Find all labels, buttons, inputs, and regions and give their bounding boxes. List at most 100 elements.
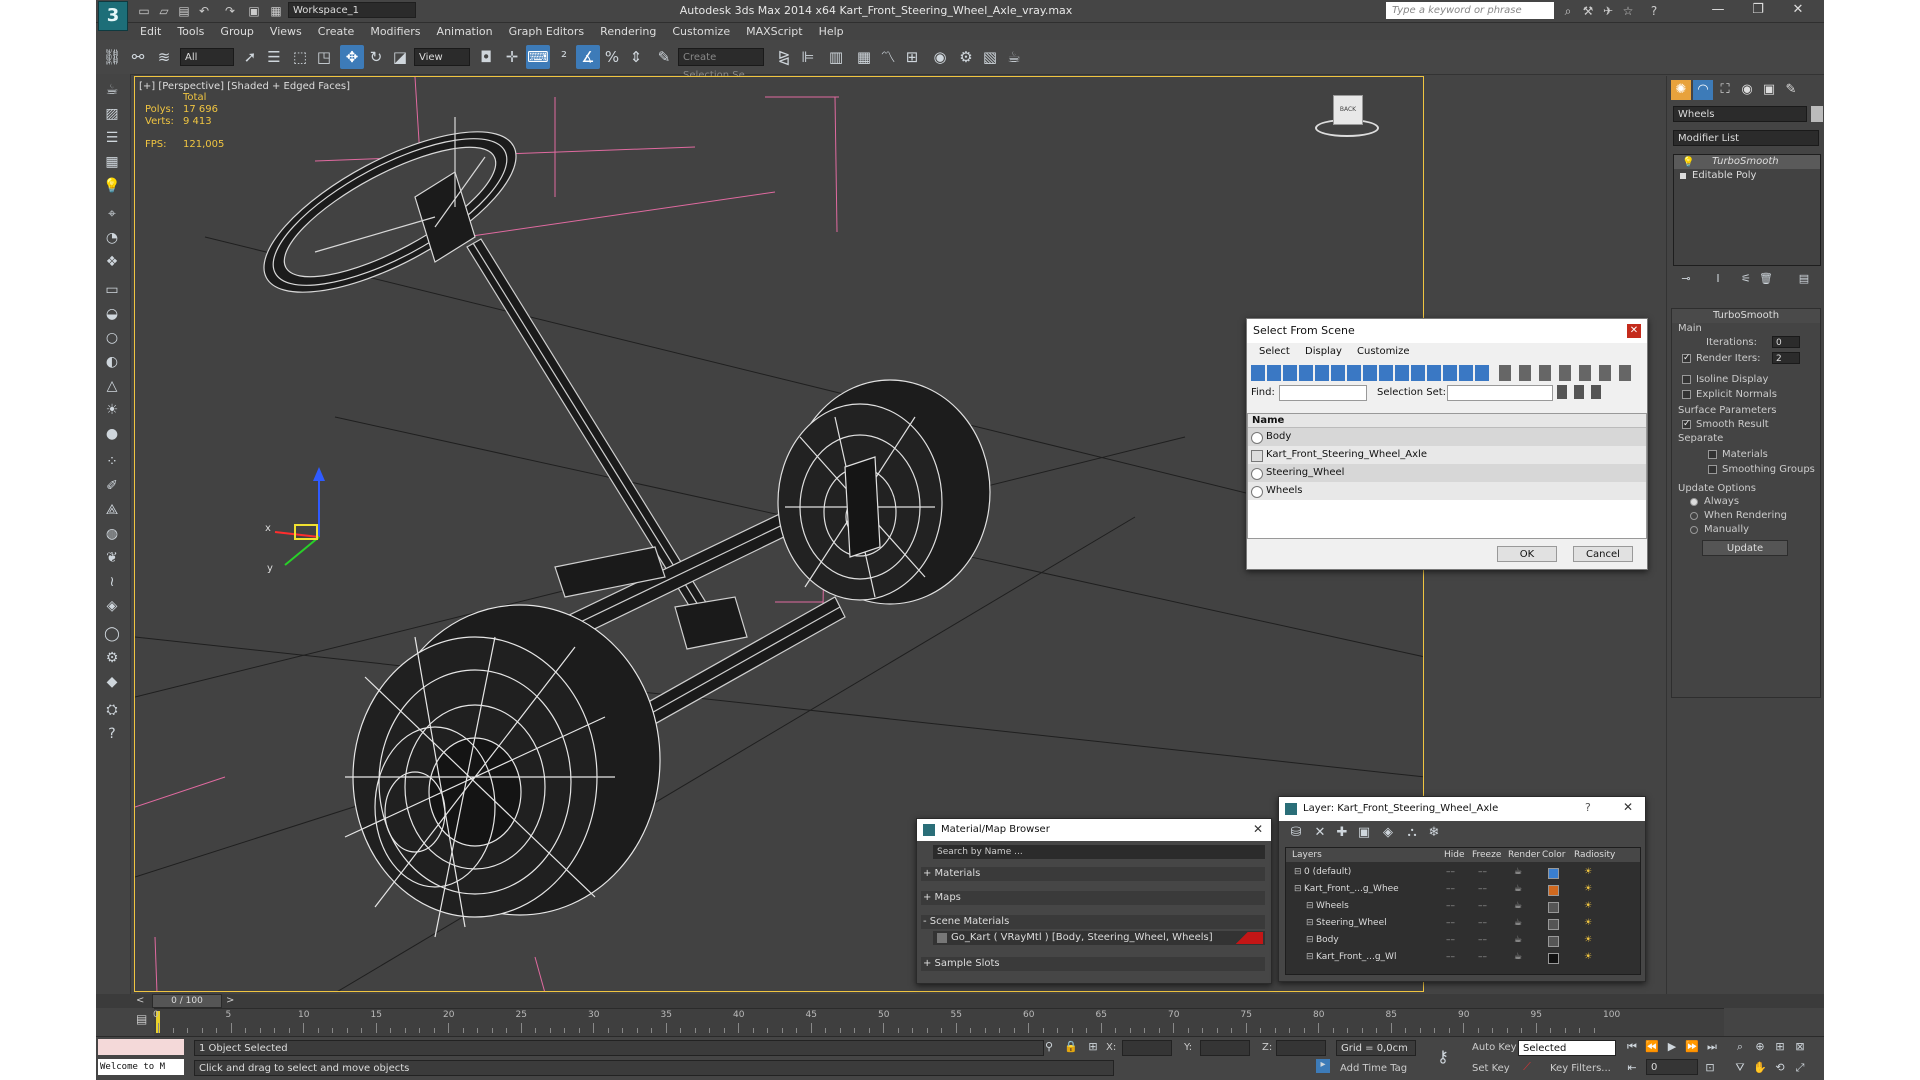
pivot-center-icon[interactable]: ◘ [474, 45, 498, 69]
graphite-ribbon-icon[interactable]: ▦ [852, 45, 876, 69]
percent-snap-icon[interactable]: % [600, 45, 624, 69]
show-end-result-icon[interactable]: Ⅰ [1711, 272, 1725, 285]
menu-maxscript[interactable]: MAXScript [738, 22, 810, 41]
field-of-view-icon[interactable]: ⛛ [1732, 1061, 1748, 1075]
make-unique-icon[interactable]: ⚟ [1739, 272, 1753, 285]
utility-icon[interactable]: ⛭ [100, 698, 124, 722]
motion-tab-icon[interactable]: ◉ [1737, 80, 1757, 100]
menu-group[interactable]: Group [212, 22, 262, 41]
stack-item-editable-poly[interactable]: Editable Poly [1674, 169, 1820, 183]
hide-toggle[interactable]: –– [1446, 932, 1455, 949]
y-coord-input[interactable] [1200, 1040, 1250, 1056]
scene-explorer-icon[interactable]: ☰ [100, 126, 124, 150]
render-iters-checkbox[interactable] [1682, 353, 1691, 363]
selection-set-dropdown[interactable] [1447, 385, 1553, 401]
pin-stack-icon[interactable]: ⊸ [1679, 272, 1693, 285]
move-gizmo[interactable] [274, 467, 325, 566]
materials-group[interactable]: + Materials [921, 867, 1265, 881]
maximize-viewport-icon[interactable]: ⤢ [1792, 1061, 1808, 1075]
help-circle-icon[interactable]: ? [100, 722, 124, 746]
layer-row[interactable]: ⊟ Steering_Wheel –– –– ☕ ☀ [1286, 915, 1640, 932]
absolute-mode-icon[interactable]: ⊞ [1086, 1040, 1100, 1053]
close-window-button[interactable]: ✕ [1778, 0, 1818, 20]
remove-modifier-icon[interactable]: 🗑 [1759, 272, 1773, 285]
key-mode-dropdown[interactable]: Selected [1518, 1040, 1616, 1056]
radiosity-icon[interactable]: ☀ [1584, 949, 1592, 966]
rock-icon[interactable]: ◈ [100, 594, 124, 618]
align-icon[interactable]: ⊫ [796, 45, 820, 69]
key-filter-icon[interactable]: ⟋ [1520, 1060, 1534, 1074]
list-item[interactable]: Steering_Wheel [1248, 464, 1646, 482]
freeze-toggle[interactable]: –– [1478, 915, 1487, 932]
play-icon[interactable]: ▶ [1664, 1040, 1680, 1053]
select-dialog-menu-select[interactable]: Select [1259, 346, 1290, 357]
display-tab-icon[interactable]: ▣ [1759, 80, 1779, 100]
material-browser-close-button[interactable]: ✕ [1253, 822, 1263, 836]
render-teapot-icon[interactable]: ☕ [1514, 864, 1522, 881]
layer-row[interactable]: ⊟ Body –– –– ☕ ☀ [1286, 932, 1640, 949]
hemisphere-icon[interactable]: ◒ [100, 302, 124, 326]
key-filters-button[interactable]: Key Filters... [1550, 1063, 1611, 1074]
always-radio[interactable] [1690, 498, 1698, 506]
lightbulb-icon[interactable]: 💡 [1682, 157, 1694, 168]
select-dialog-close-button[interactable]: ✕ [1627, 324, 1641, 338]
freeze-column[interactable]: Freeze [1472, 848, 1501, 862]
render-teapot-icon[interactable]: ☕ [1514, 915, 1522, 932]
freeze-toggle[interactable]: –– [1478, 932, 1487, 949]
unlink-icon[interactable]: ⚯ [126, 45, 150, 69]
layer-row[interactable]: ⊟ Kart_Front_...g_Whee –– –– ☕ ☀ [1286, 881, 1640, 898]
filter-toggle-icons[interactable] [1251, 365, 1491, 381]
bind-space-warp-icon[interactable]: ≋ [152, 45, 176, 69]
layer-row[interactable]: ⊟ 0 (default) –– –– ☕ ☀ [1286, 864, 1640, 881]
ball-icon[interactable]: ◯ [100, 622, 124, 646]
freeze-toggle[interactable]: –– [1478, 881, 1487, 898]
radiosity-column[interactable]: Radiosity [1574, 848, 1615, 862]
render-teapot-icon[interactable]: ☕ [1514, 949, 1522, 966]
app-logo-button[interactable]: 3 [98, 1, 128, 31]
smoothing-groups-checkbox[interactable] [1708, 465, 1717, 474]
hide-toggle[interactable]: –– [1446, 864, 1455, 881]
explicit-normals-checkbox[interactable] [1682, 390, 1691, 399]
geosphere-icon[interactable]: ● [100, 422, 124, 446]
save-icon[interactable]: ▤ [176, 3, 192, 19]
update-button[interactable]: Update [1702, 540, 1788, 556]
object-list[interactable]: Name Body Kart_Front_Steering_Wheel_Axle… [1247, 413, 1647, 539]
new-file-icon[interactable]: ▭ [136, 3, 152, 19]
separate-materials-checkbox[interactable] [1708, 450, 1717, 459]
help-search-input[interactable]: Type a keyword or phrase [1386, 2, 1554, 19]
teapot-icon[interactable]: ☕ [100, 78, 124, 102]
render-column[interactable]: Render [1508, 848, 1540, 862]
menu-edit[interactable]: Edit [132, 22, 169, 41]
speaker-icon[interactable]: ◔ [100, 226, 124, 250]
snaps-toggle-icon[interactable]: ² [552, 45, 576, 69]
isoline-display-checkbox[interactable] [1682, 375, 1691, 384]
angle-snap-icon[interactable]: ∡ [576, 45, 600, 69]
material-editor-icon[interactable]: ◉ [928, 45, 952, 69]
hide-toggle[interactable]: –– [1446, 949, 1455, 966]
highlight-layer-icon[interactable]: ◈ [1379, 825, 1397, 840]
maxscript-output[interactable]: Welcome to M [98, 1059, 184, 1075]
undo-icon[interactable]: ↶ [196, 3, 212, 19]
menu-customize[interactable]: Customize [664, 22, 738, 41]
mini-curve-editor-icon[interactable]: ▤ [136, 1012, 150, 1026]
camera-icon[interactable]: ⌖ [100, 202, 124, 226]
minimize-button[interactable]: — [1698, 0, 1738, 20]
auto-key-button[interactable]: Auto Key [1472, 1042, 1517, 1053]
link-icon[interactable]: ⛓ [100, 45, 124, 69]
hierarchy-tab-icon[interactable]: ⛶ [1715, 80, 1735, 100]
time-slider-thumb[interactable]: 0 / 100 [152, 994, 222, 1008]
menu-views[interactable]: Views [262, 22, 310, 41]
radiosity-icon[interactable]: ☀ [1584, 915, 1592, 932]
menu-tools[interactable]: Tools [169, 22, 212, 41]
menu-modifiers[interactable]: Modifiers [362, 22, 428, 41]
layer-color-swatch[interactable] [1548, 902, 1559, 913]
menu-create[interactable]: Create [310, 22, 363, 41]
viewcube[interactable]: BACK [1315, 87, 1379, 139]
menu-help[interactable]: Help [811, 22, 852, 41]
keyboard-shortcut-toggle-icon[interactable]: ⌨ [526, 45, 550, 69]
curve-editor-icon[interactable]: 〽 [876, 45, 900, 69]
render-icon[interactable]: ▨ [100, 102, 124, 126]
turbosmooth-rollout-title[interactable]: TurboSmooth [1672, 309, 1820, 323]
viewport-label[interactable]: [+] [Perspective] [Shaded + Edged Faces] [139, 81, 350, 92]
layer-row[interactable]: ⊟ Wheels –– –– ☕ ☀ [1286, 898, 1640, 915]
